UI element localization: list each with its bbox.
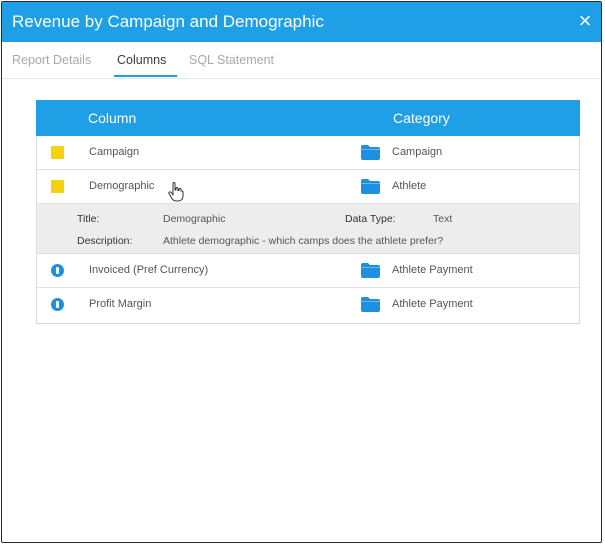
close-icon[interactable]: × (575, 10, 595, 32)
table-row[interactable]: Invoiced (Pref Currency) Athlete Payment (37, 254, 579, 288)
detail-title-value: Demographic (163, 213, 226, 225)
row-column-name: Invoiced (Pref Currency) (89, 264, 209, 276)
active-tab-indicator (114, 75, 177, 77)
folder-icon (361, 263, 380, 278)
detail-title-label: Title: (77, 213, 100, 225)
table-header: Column Category (36, 100, 580, 136)
tab-sql-statement[interactable]: SQL Statement (189, 53, 274, 68)
folder-icon (361, 145, 380, 160)
detail-description-value: Athlete demographic - which camps does t… (163, 235, 444, 247)
row-column-name: Demographic (89, 180, 155, 192)
row-column-name: Campaign (89, 146, 140, 158)
dialog-titlebar: Revenue by Campaign and Demographic × (2, 2, 601, 42)
hand-cursor-icon (168, 182, 184, 202)
detail-datatype-value: Text (433, 213, 453, 225)
column-details-dialog: Revenue by Campaign and Demographic × Re… (1, 1, 602, 543)
table-row[interactable]: Profit Margin Athlete Payment (37, 288, 579, 322)
tab-report-details[interactable]: Report Details (12, 53, 91, 68)
column-header-category: Category (393, 110, 450, 126)
tab-bar: Report Details Columns SQL Statement (2, 42, 601, 79)
detail-description-label: Description: (77, 235, 133, 247)
row-details-panel: Title: Demographic Data Type: Text Descr… (37, 204, 579, 254)
columns-table: Column Category Campaign Campaign Demogr… (36, 100, 580, 324)
row-category-name: Campaign (392, 146, 443, 158)
detail-datatype-label: Data Type: (345, 213, 396, 225)
tab-columns[interactable]: Columns (117, 53, 166, 68)
row-column-name: Profit Margin (89, 298, 152, 310)
dimension-square-icon (51, 146, 64, 159)
table-row[interactable]: Campaign Campaign (37, 136, 579, 170)
metric-circle-icon (51, 264, 64, 277)
row-category-name: Athlete Payment (392, 298, 473, 310)
column-header-column: Column (88, 110, 137, 126)
folder-icon (361, 297, 380, 312)
dimension-square-icon (51, 180, 64, 193)
table-row[interactable]: Demographic Athlete (37, 170, 579, 204)
dialog-title: Revenue by Campaign and Demographic (12, 12, 324, 31)
row-category-name: Athlete Payment (392, 264, 473, 276)
row-category-name: Athlete (392, 180, 427, 192)
metric-circle-icon (51, 298, 64, 311)
folder-icon (361, 179, 380, 194)
